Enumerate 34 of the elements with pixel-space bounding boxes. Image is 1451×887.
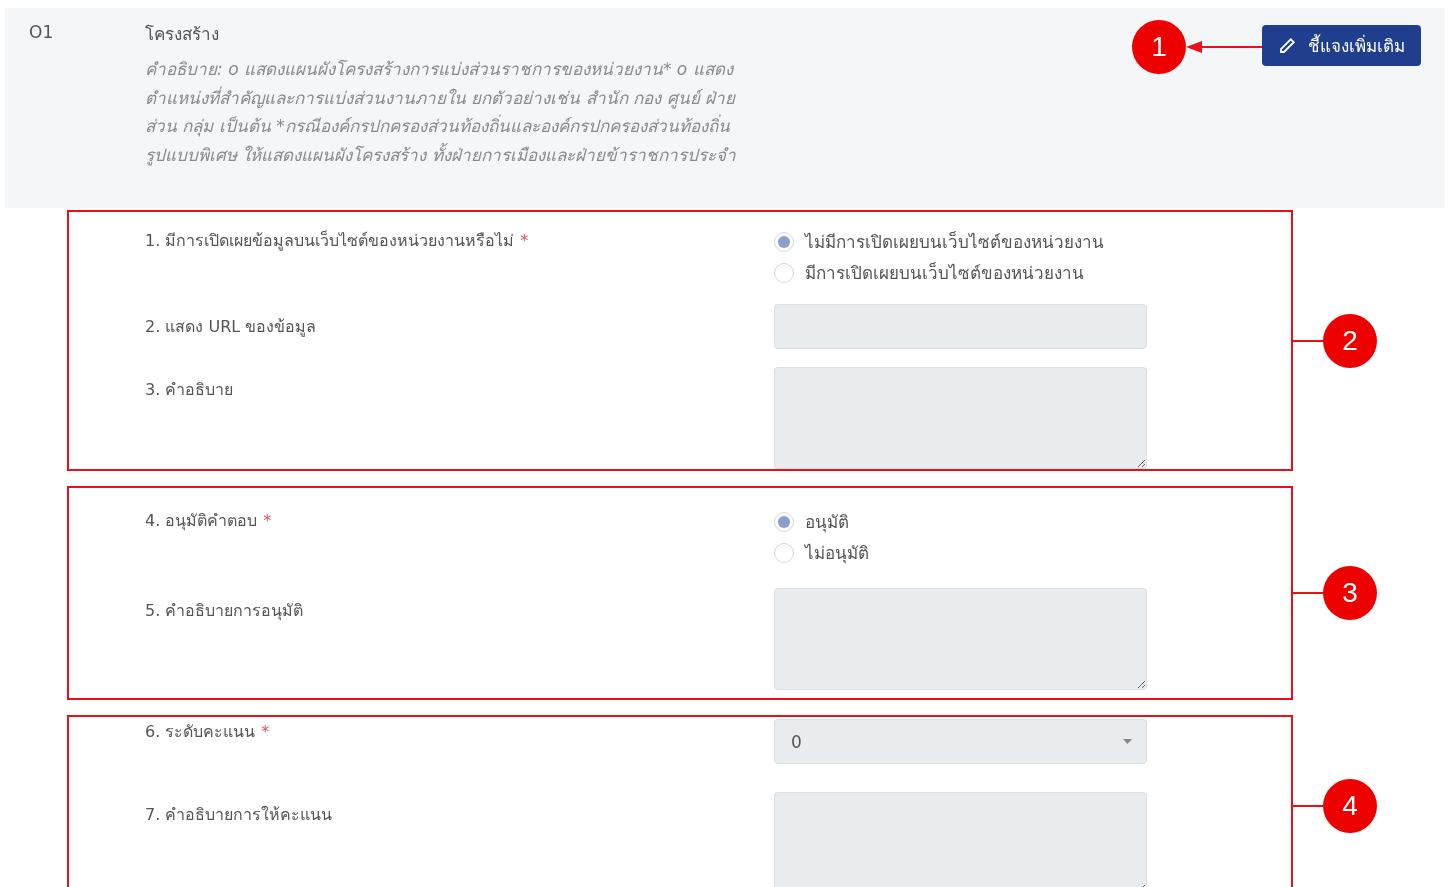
radio-button[interactable] [774,231,794,252]
field-label: 6. ระดับคะแนน * [144,721,271,743]
radio-label: อนุมัติ [805,511,849,535]
radio-button[interactable] [774,511,794,532]
field-label: 5. คำอธิบายการอนุมัติ [144,600,305,623]
annotation-marker: 2 [1323,313,1377,368]
radio-label: ไม่อนุมัติ [805,542,869,566]
textarea-field[interactable] [774,367,1147,469]
annotation-marker: 3 [1323,566,1377,620]
question-title: โครงสร้าง [145,23,220,46]
textarea-field[interactable] [774,792,1147,887]
pencil-icon [1278,36,1296,55]
textarea-field[interactable] [774,588,1147,690]
question-code: O1 [29,21,55,44]
annotation-marker: 4 [1323,778,1377,833]
caret-icon [1123,739,1132,744]
required-mark: * [261,722,270,741]
explain-button[interactable]: ชี้แจงเพิ่มเติม [1262,25,1421,66]
field-label: 4. อนุมัติคำตอบ * [144,510,273,533]
required-mark: * [263,511,272,530]
select-field[interactable]: 0 [774,719,1147,764]
annotation-marker: 1 [1132,20,1186,74]
field-label: 1. มีการเปิดเผยข้อมูลบนเว็บไซต์ของหน่วยงานหรือไม่ * [144,229,530,253]
question-description: คำอธิบาย: o แสดงแผนผังโครงสร้างการแบ่งส่วนราชการของหน่วยงาน* o แสดงตำแหน่งที่สำคัญและการแบ่งส่วนงานภายใน ยกตัวอย่างเช่น สำนัก กอง ศูนย์ ฝ่าย ส่วน กลุ่ม เป็นต้น *กรณีองค์กรปกครองส่วนท้องถิ่นและองค์กรปกครองส่วนท้องถิ่นรูปแบบพิเศษ ให้แสดงแผนผังโครงสร้าง ทั้งฝ่ายการเมืองและฝ่ายข้าราชการประจำ [145,58,737,168]
radio-label: มีการเปิดเผยบนเว็บไซต์ของหน่วยงาน [805,261,1084,285]
field-label: 3. คำอธิบาย [144,379,235,401]
field-label: 7. คำอธิบายการให้คะแนน [144,804,334,826]
radio-button[interactable] [774,542,794,563]
arrow-icon [1186,40,1262,54]
field-label: 2. แสดง URL ของข้อมูล [144,316,318,339]
required-mark: * [520,231,529,250]
radio-label: ไม่มีการเปิดเผยบนเว็บไซต์ของหน่วยงาน [805,230,1104,254]
url-input-field[interactable] [774,304,1147,349]
radio-button[interactable] [774,262,794,283]
